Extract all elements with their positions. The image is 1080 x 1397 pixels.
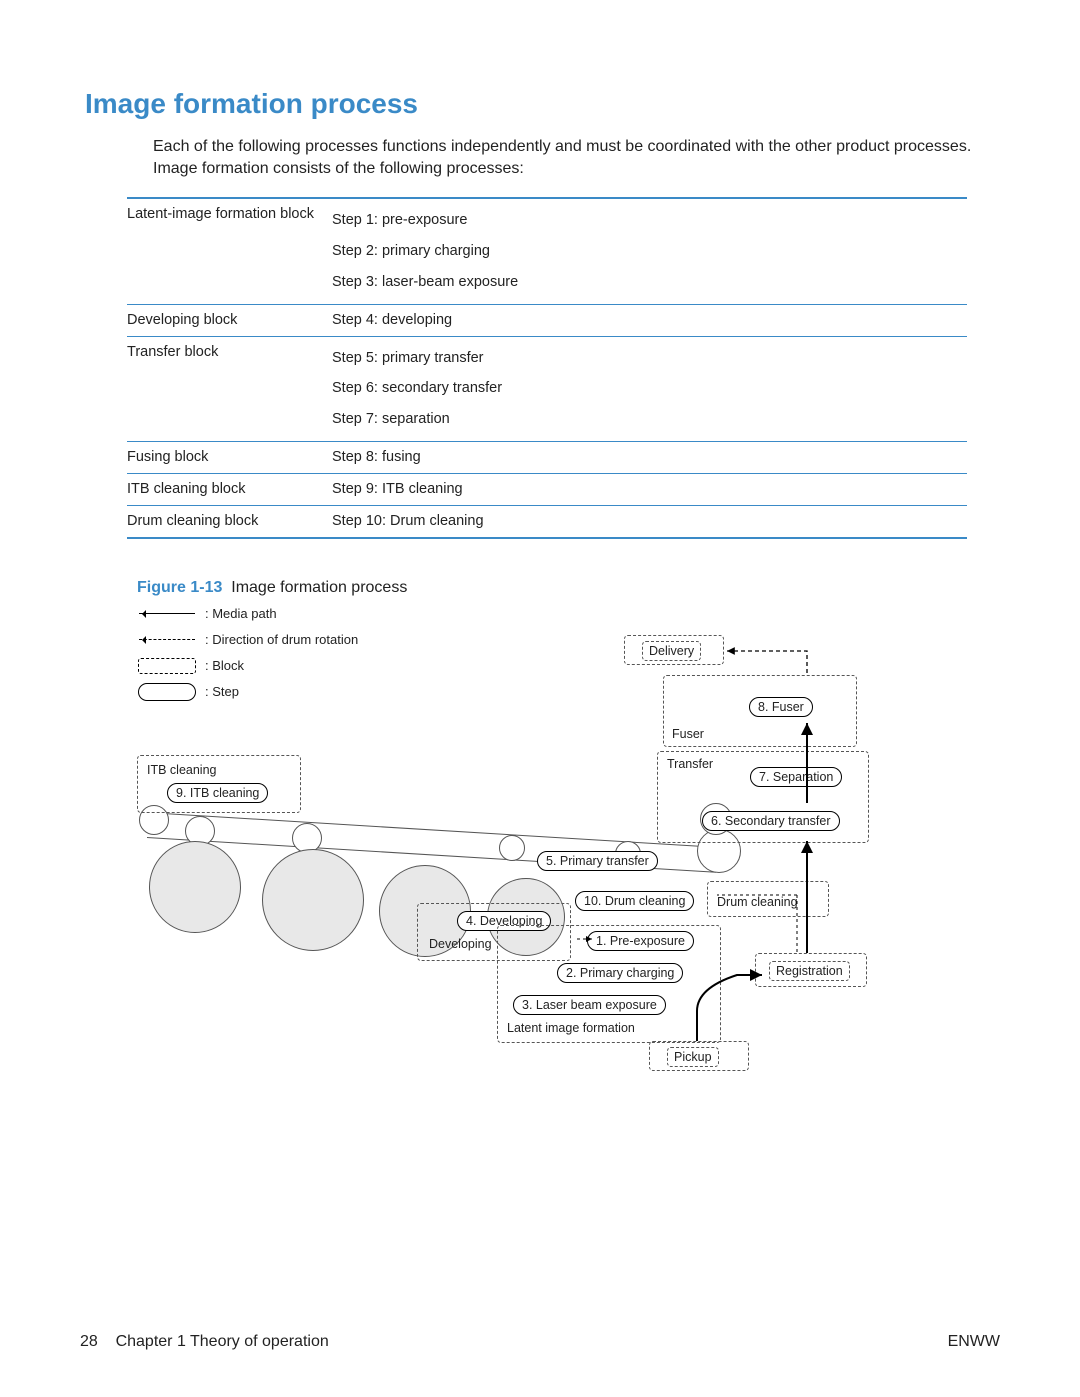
- roller: [499, 835, 525, 861]
- step-cell: Step 8: fusing: [332, 442, 967, 474]
- drum-cleaning-step: 10. Drum cleaning: [575, 891, 694, 911]
- step-cell: Step 10: Drum cleaning: [332, 505, 967, 537]
- step-cell: Step 4: developing: [332, 304, 967, 336]
- group-cell: Transfer block: [127, 336, 332, 442]
- primary-transfer-step: 5. Primary transfer: [537, 851, 658, 871]
- page-footer: 28 Chapter 1 Theory of operation ENWW: [80, 1333, 1000, 1351]
- block-symbol-icon: [138, 658, 196, 674]
- group-cell: Latent-image formation block: [127, 198, 332, 304]
- footer-right: ENWW: [948, 1333, 1000, 1351]
- page: Image formation process Each of the foll…: [0, 0, 1080, 1397]
- group-cell: ITB cleaning block: [127, 473, 332, 505]
- legend: : Media path : Direction of drum rotatio…: [137, 603, 358, 707]
- roller: [292, 823, 322, 853]
- group-cell: Fusing block: [127, 442, 332, 474]
- figure-number: Figure 1-13: [137, 579, 222, 596]
- steps-table: Latent-image formation block Step 1: pre…: [127, 197, 967, 538]
- step-cell: Step 9: ITB cleaning: [332, 473, 967, 505]
- group-cell: Developing block: [127, 304, 332, 336]
- arrow-dash-icon: [139, 639, 195, 640]
- chapter-label: Chapter 1 Theory of operation: [116, 1333, 329, 1350]
- intro-text: Each of the following processes function…: [153, 136, 1000, 179]
- arrow-solid-icon: [139, 613, 195, 614]
- diagram: : Media path : Direction of drum rotatio…: [137, 603, 947, 1113]
- step-symbol-icon: [138, 683, 196, 701]
- drum: [262, 849, 364, 951]
- group-cell: Drum cleaning block: [127, 505, 332, 537]
- section-heading: Image formation process: [85, 88, 1000, 120]
- step-cell: Step 5: primary transfer Step 6: seconda…: [332, 336, 967, 442]
- page-number: 28: [80, 1333, 98, 1350]
- figure-title: Image formation process: [231, 579, 407, 596]
- drum: [149, 841, 241, 933]
- figure-caption: Figure 1-13 Image formation process: [137, 579, 1000, 597]
- step-cell: Step 1: pre-exposure Step 2: primary cha…: [332, 198, 967, 304]
